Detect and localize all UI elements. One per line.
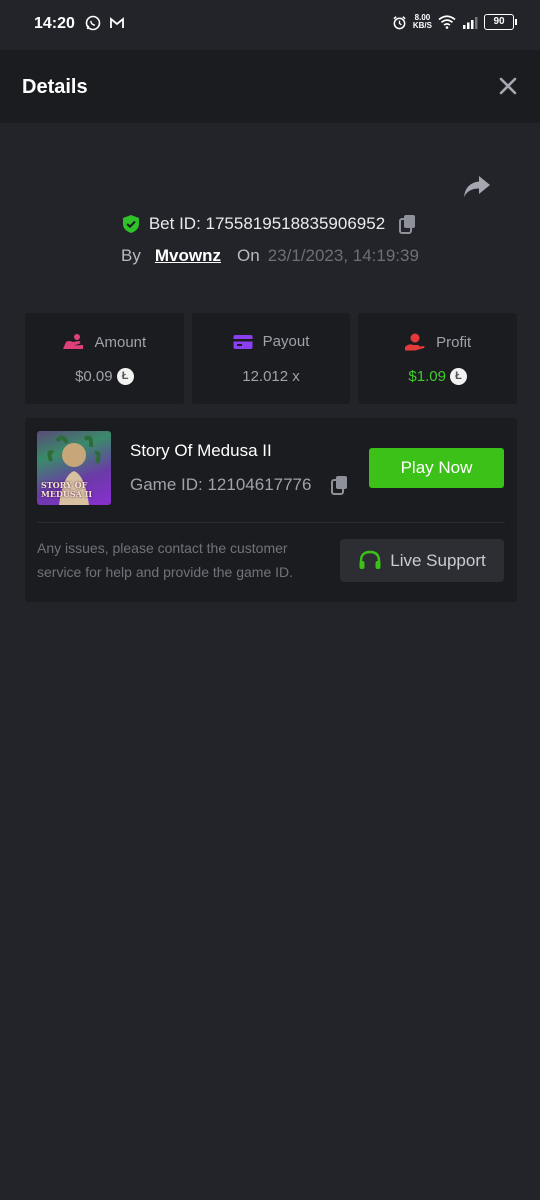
play-now-button[interactable]: Play Now — [369, 448, 504, 488]
status-time: 14:20 — [34, 15, 75, 32]
close-icon[interactable] — [496, 74, 520, 98]
whatsapp-icon — [85, 15, 101, 31]
help-text: Any issues, please contact the customer … — [37, 540, 294, 580]
profit-value: $1.09 — [408, 368, 446, 385]
copy-icon[interactable] — [397, 213, 419, 235]
game-card: STORY OF MEDUSA II Story Of Medusa II Ga… — [25, 418, 517, 602]
game-id-row: Game ID: 12104617776 — [130, 474, 351, 496]
amount-value: $0.09 — [75, 368, 113, 385]
copy-icon[interactable] — [329, 474, 351, 496]
status-right-icons: 8.00 KB/S 90 — [392, 13, 517, 30]
live-support-button[interactable]: Live Support — [340, 539, 504, 582]
on-label: On — [237, 246, 260, 265]
wifi-icon — [438, 15, 456, 29]
payout-value: 12.012 x — [242, 368, 300, 385]
stats-row: Amount $0.09 Ł Payout 12.012 x Profit $1… — [25, 313, 518, 404]
profit-card: Profit $1.09 Ł — [358, 313, 518, 404]
profit-label: Profit — [436, 333, 472, 351]
profit-hand-icon — [405, 333, 425, 351]
litecoin-icon: Ł — [449, 368, 467, 385]
bet-hand-icon — [63, 334, 84, 349]
wallet-icon — [233, 334, 253, 349]
page-title: Details — [22, 76, 88, 98]
bet-date: 23/1/2023, 14:19:39 — [267, 246, 419, 265]
signal-icon — [463, 16, 478, 29]
headset-icon — [359, 550, 381, 569]
status-bar: 14:20 8.00 KB/S 90 — [0, 0, 540, 50]
amount-card: Amount $0.09 Ł — [25, 313, 184, 404]
thumb-title-line2: MEDUSA II — [41, 489, 93, 499]
net-speed: 8.00 KB/S — [412, 13, 432, 30]
bet-id: Bet ID: 1755819518835906952 — [148, 214, 386, 233]
game-name: Story Of Medusa II — [130, 441, 272, 460]
shield-check-icon — [122, 215, 139, 233]
details-header: Details — [0, 50, 540, 123]
litecoin-icon: Ł — [116, 368, 134, 385]
divider — [37, 522, 505, 523]
payout-label: Payout — [262, 333, 310, 350]
alarm-icon — [393, 15, 406, 29]
share-icon[interactable] — [462, 173, 492, 201]
gmail-icon — [110, 17, 124, 28]
user-link[interactable]: Mvownz — [155, 246, 221, 266]
game-thumbnail[interactable]: STORY OF MEDUSA II — [37, 431, 111, 505]
by-label: By — [121, 246, 141, 265]
live-support-label: Live Support — [390, 550, 486, 570]
amount-label: Amount — [94, 333, 147, 351]
battery-indicator: 90 — [484, 14, 517, 30]
status-left-icons — [85, 15, 125, 31]
bet-meta-row: By Mvownz On 23/1/2023, 14:19:39 — [0, 243, 540, 269]
bet-id-row: Bet ID: 1755819518835906952 — [0, 210, 540, 238]
payout-card: Payout 12.012 x — [191, 313, 351, 404]
game-id: Game ID: 12104617776 — [130, 475, 312, 494]
